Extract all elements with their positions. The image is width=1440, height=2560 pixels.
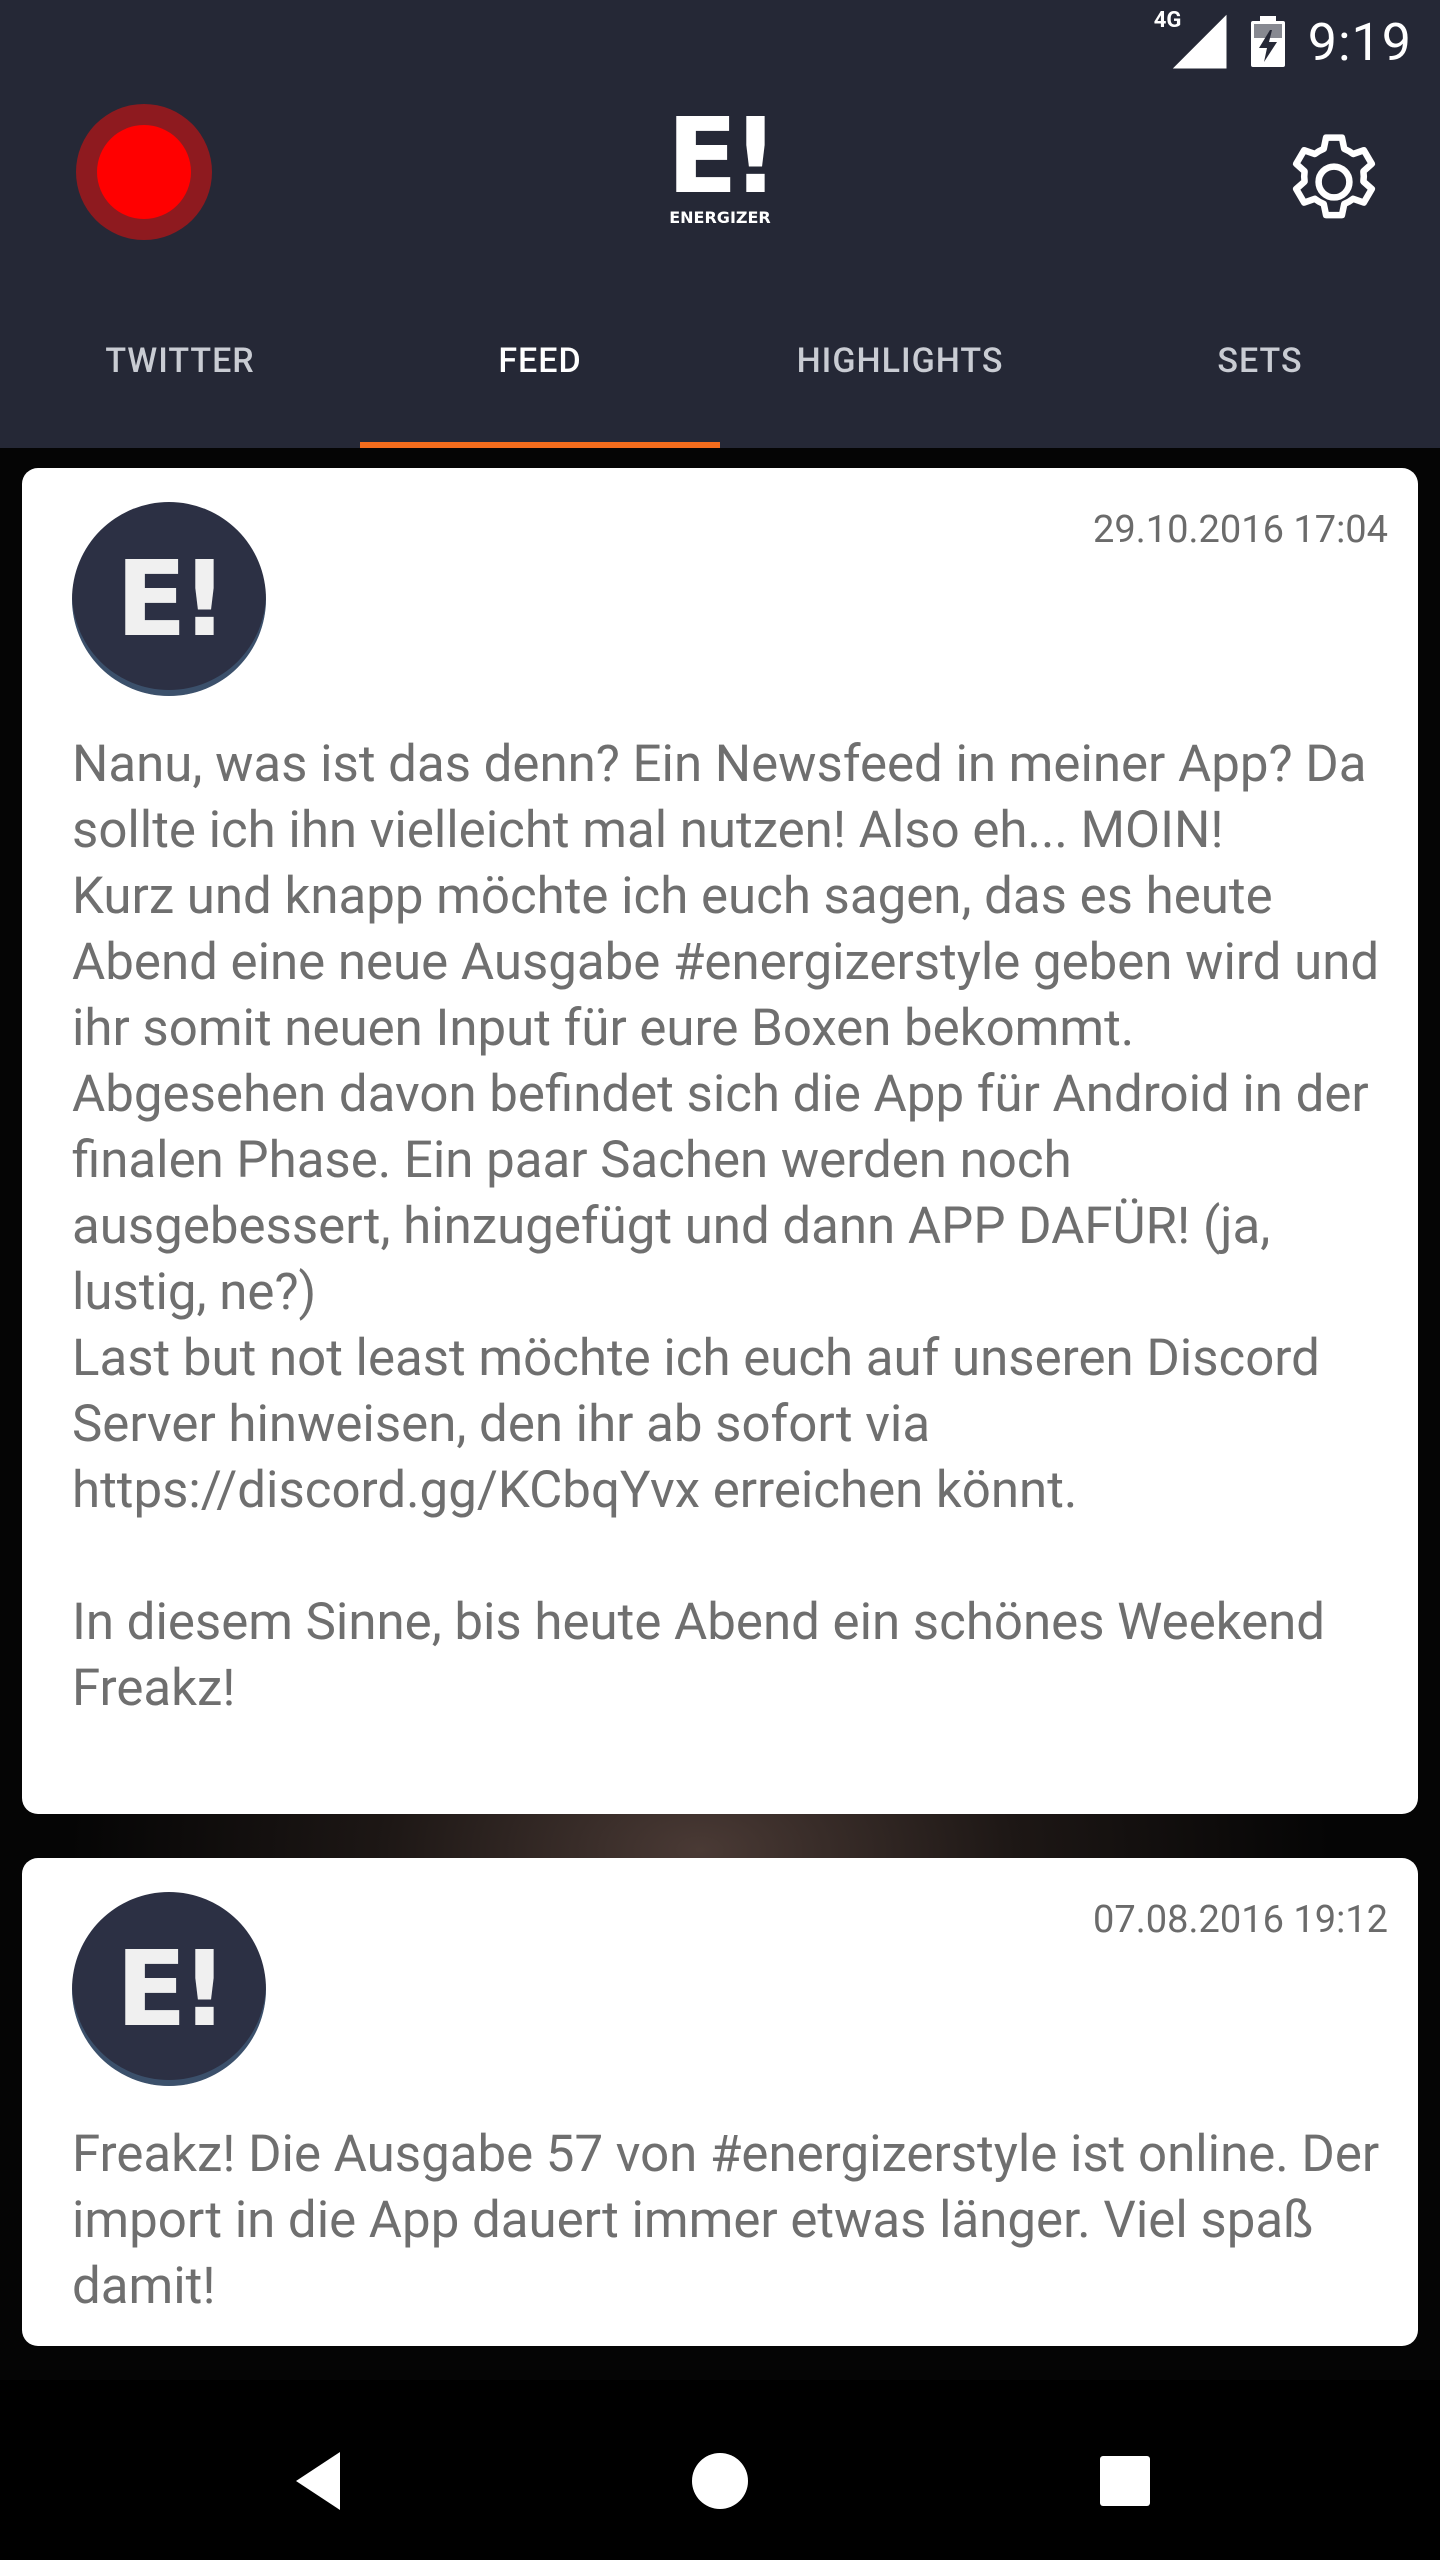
- avatar-logo: E!: [115, 538, 229, 660]
- post-text: Nanu, was ist das denn? Ein Newsfeed in …: [72, 735, 1380, 1718]
- post-date: 29.10.2016 17:04: [1093, 508, 1388, 552]
- logo-mark: E!: [666, 95, 780, 217]
- tab-sets[interactable]: SETS: [1080, 310, 1440, 448]
- tab-label: HIGHLIGHTS: [796, 341, 1004, 381]
- clock: 9:19: [1307, 11, 1412, 73]
- app-header: 4G 9:19 E! ENERGIZER TWITTER FEED HIGHLI…: [0, 0, 1440, 448]
- battery-charging-icon: [1250, 16, 1286, 68]
- settings-button[interactable]: [1278, 126, 1390, 238]
- avatar: E!: [72, 1892, 266, 2086]
- avatar-logo: E!: [115, 1928, 229, 2050]
- status-bar: 4G 9:19: [0, 0, 1440, 84]
- status-icons: 4G 9:19: [1154, 8, 1412, 73]
- tab-label: SETS: [1217, 341, 1303, 381]
- post-date: 07.08.2016 19:12: [1093, 1898, 1388, 1942]
- tab-highlights[interactable]: HIGHLIGHTS: [720, 310, 1080, 448]
- recents-square-icon: [1100, 2456, 1150, 2506]
- recents-button[interactable]: [1090, 2446, 1160, 2516]
- app-screen: 4G 9:19 E! ENERGIZER TWITTER FEED HIGHLI…: [0, 0, 1440, 2560]
- home-button[interactable]: [685, 2446, 755, 2516]
- post-text: Freakz! Die Ausgabe 57 von #energizersty…: [72, 2125, 1392, 2316]
- tab-bar: TWITTER FEED HIGHLIGHTS SETS: [0, 310, 1440, 448]
- network-type-label: 4G: [1153, 8, 1182, 33]
- gear-icon: [1292, 134, 1376, 219]
- feed-post[interactable]: E! 29.10.2016 17:04 Nanu, was ist das de…: [22, 468, 1418, 1814]
- back-triangle-icon: [296, 2452, 340, 2510]
- back-button[interactable]: [286, 2446, 356, 2516]
- avatar: E!: [72, 502, 266, 696]
- tab-label: FEED: [498, 341, 582, 381]
- tab-feed[interactable]: FEED: [360, 310, 720, 448]
- logo-wordmark: ENERGIZER: [669, 208, 771, 227]
- signal-icon: 4G: [1154, 8, 1228, 70]
- home-circle-icon: [692, 2453, 748, 2509]
- feed-post[interactable]: E! 07.08.2016 19:12 Freakz! Die Ausgabe …: [22, 1858, 1418, 2346]
- record-icon: [97, 125, 191, 219]
- news-feed[interactable]: E! 29.10.2016 17:04 Nanu, was ist das de…: [0, 448, 1440, 2394]
- tab-label: TWITTER: [105, 341, 255, 381]
- record-button[interactable]: [76, 104, 212, 240]
- energizer-logo: E! ENERGIZER: [666, 95, 780, 242]
- tab-twitter[interactable]: TWITTER: [0, 310, 360, 448]
